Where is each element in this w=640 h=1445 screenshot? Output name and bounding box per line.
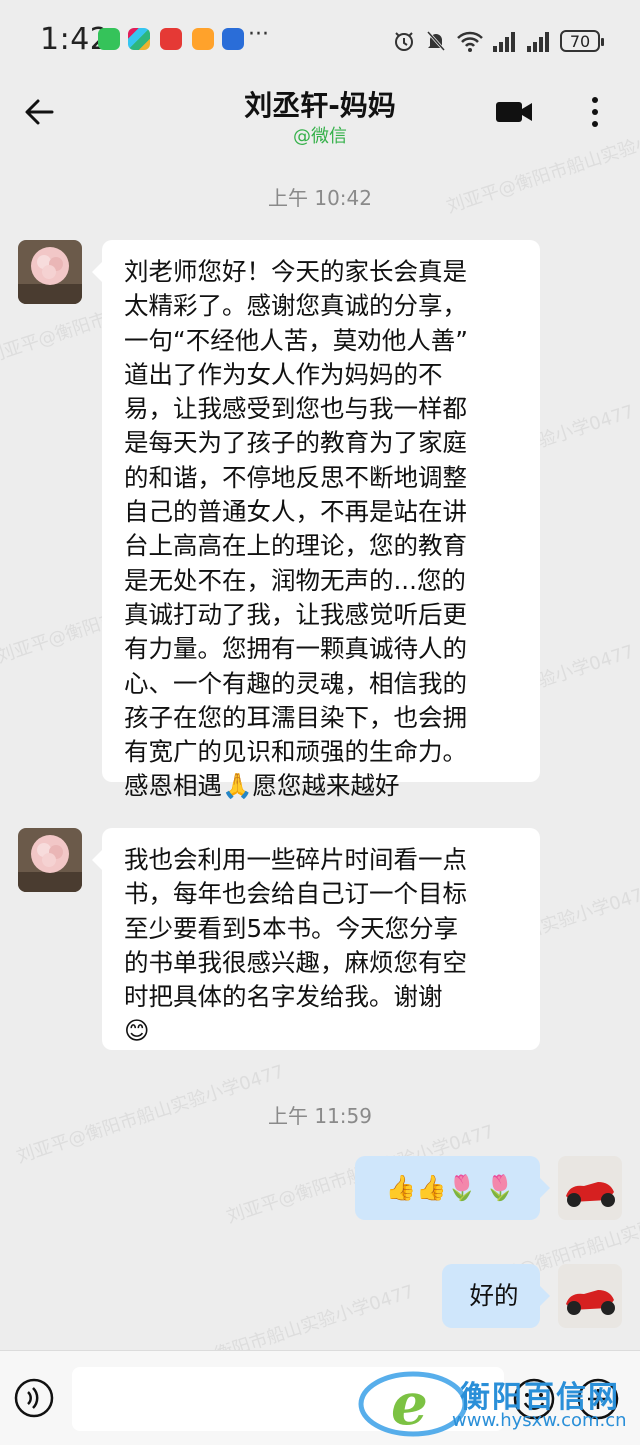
voice-icon[interactable]: [14, 1378, 54, 1418]
video-call-icon[interactable]: [494, 96, 534, 128]
wifi-icon: [457, 31, 483, 52]
signal-icon-1: [493, 32, 515, 52]
svg-text:e: e: [391, 1370, 428, 1438]
chat-header: 刘丞轩-妈妈 @微信: [0, 80, 640, 152]
status-bar: 1:42 ··· 70: [0, 0, 640, 80]
alarm-icon: [395, 32, 413, 51]
chat-screen: 1:42 ··· 70 刘丞轩-妈妈 @微信 刘亚平@衡阳市船山实验小学0477…: [0, 0, 640, 1445]
notification-off-icon: [426, 31, 446, 51]
screen-app-icon: [160, 28, 182, 50]
outgoing-message-bubble[interactable]: 👍👍🌷 🌷: [355, 1156, 550, 1220]
slack-app-icon: [128, 28, 150, 50]
my-avatar[interactable]: [558, 1156, 622, 1220]
chat-title: 刘丞轩-妈妈: [244, 89, 396, 122]
message-timestamp: 上午 11:59: [268, 1104, 372, 1128]
contact-avatar[interactable]: [18, 240, 82, 304]
outgoing-message-bubble[interactable]: 好的: [442, 1264, 550, 1328]
chat-subtitle: @微信: [293, 126, 347, 147]
incoming-message-bubble[interactable]: 刘老师您好！今天的家长会真是 太精彩了。感谢您真诚的分享， 一句“不经他人苦，莫…: [92, 240, 540, 800]
contact-avatar[interactable]: [18, 828, 82, 892]
more-notifications-icon: ···: [248, 22, 269, 47]
more-vertical-icon[interactable]: [580, 94, 610, 130]
site-url: www.hysxw.com.cn: [452, 1410, 627, 1431]
hint-app-icon: [222, 28, 244, 50]
my-avatar[interactable]: [558, 1264, 622, 1328]
status-indicators: 70: [392, 26, 604, 56]
message-timestamp: 上午 10:42: [268, 186, 372, 210]
incoming-message-bubble[interactable]: 我也会利用一些碎片时间看一点 书，每年也会给自己订一个目标 至少要看到5本书。今…: [92, 828, 540, 1050]
wechat-app-icon: [98, 28, 120, 50]
signal-icon-2: [527, 32, 549, 52]
battery-icon: 70: [560, 30, 604, 52]
chat-app-icon: [192, 28, 214, 50]
